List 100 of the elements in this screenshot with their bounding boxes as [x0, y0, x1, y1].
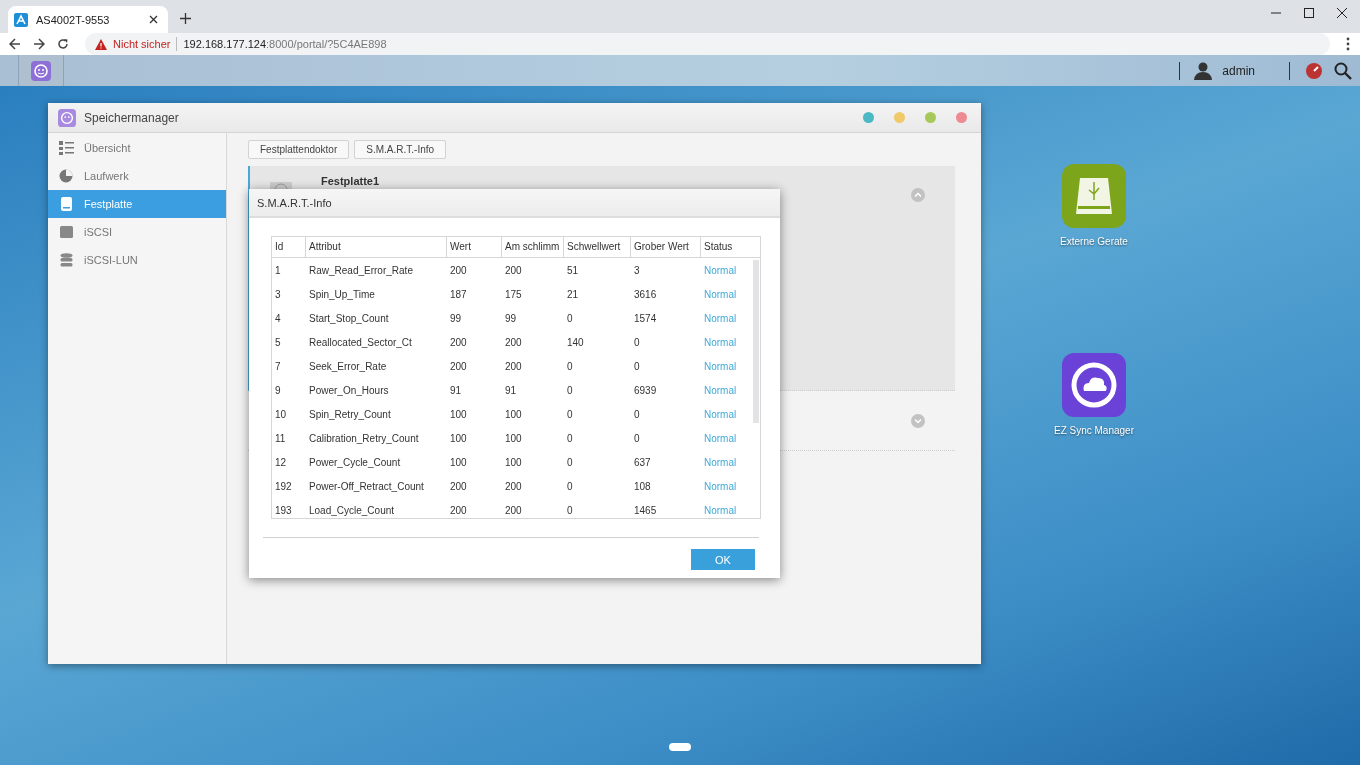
menu-icon[interactable] [1346, 37, 1350, 51]
dialog-title: S.M.A.R.T.-Info [257, 196, 332, 209]
table-cell-text: Calibration_Retry_Count [308, 432, 420, 444]
table-cell-text: 11 [274, 432, 287, 444]
maximize-icon[interactable] [1304, 7, 1314, 18]
status-text: Normal [703, 264, 738, 276]
table-cell-text: 200 [504, 360, 523, 372]
table-cell-text: 140 [566, 336, 585, 348]
disk-name: Festplatte1 [321, 175, 380, 187]
status-text: Normal [703, 480, 738, 492]
back-icon[interactable] [9, 38, 21, 50]
table-cell-text: 108 [633, 480, 652, 492]
toolbar-button[interactable]: S.M.A.R.T.-Info [354, 140, 447, 159]
toolbar-button[interactable]: Festplattendoktor [248, 140, 350, 159]
table-cell-text: Load_Cycle_Count [308, 504, 396, 516]
table-cell-text: 100 [449, 456, 468, 468]
window-title: Speichermanager [84, 110, 179, 125]
status-text: Normal [703, 336, 738, 348]
dock-handle[interactable] [669, 743, 691, 751]
table-cell-text: 4 [274, 312, 282, 324]
browser-tab[interactable]: AS4002T-9553 [8, 6, 168, 33]
table-cell-text: 6939 [633, 384, 658, 396]
table-cell-text: Power-Off_Retract_Count [308, 480, 425, 492]
table-cell-text: 99 [504, 312, 518, 324]
status-text: Normal [703, 360, 738, 372]
table-cell-text: Start_Stop_Count [308, 312, 390, 324]
table-cell-text: 193 [274, 504, 293, 516]
table-cell-text: 200 [449, 480, 468, 492]
table-cell-text: 0 [633, 360, 641, 372]
table-cell-text: 0 [566, 504, 574, 516]
table-cell-text: 200 [449, 504, 468, 516]
table-cell-text: 200 [449, 264, 468, 276]
search-icon[interactable] [1334, 61, 1352, 80]
table-cell-text: 1574 [633, 312, 658, 324]
table-cell-text: 0 [566, 432, 574, 444]
table-cell-text: 1465 [633, 504, 658, 516]
username[interactable]: admin [1222, 63, 1255, 78]
status-text: Normal [703, 408, 738, 420]
status-text: Normal [703, 504, 738, 516]
column-header[interactable]: Status [701, 237, 760, 257]
table-cell-text: 0 [566, 312, 574, 324]
table-cell-text: 12 [274, 456, 288, 468]
security-warning: Nicht sicher [113, 38, 171, 50]
column-header[interactable]: Wert [447, 237, 502, 257]
table-cell-text: 0 [566, 408, 574, 420]
column-header[interactable]: Attribut [306, 237, 447, 257]
pie-chart-icon [59, 169, 74, 183]
table-cell-text: 3 [274, 288, 282, 300]
table-cell-text: 0 [633, 408, 641, 420]
status-text: Normal [703, 384, 738, 396]
table-cell-text: Spin_Up_Time [308, 288, 376, 300]
app-logo-icon [14, 12, 28, 27]
table-cell-text: 200 [504, 504, 523, 516]
database-icon [59, 253, 74, 267]
sidebar-item[interactable]: iSCSI [48, 218, 226, 246]
table-cell-text: Power_Cycle_Count [308, 456, 402, 468]
table-cell-text: 100 [449, 432, 468, 444]
forward-icon[interactable] [33, 38, 45, 50]
table-cell-text: 200 [449, 360, 468, 372]
table-cell-text: 200 [504, 480, 523, 492]
table-cell-text: 91 [449, 384, 463, 396]
status-text: Normal [703, 288, 738, 300]
scrollbar[interactable] [753, 260, 759, 423]
column-header[interactable]: Grober Wert [631, 237, 701, 257]
column-header[interactable]: Schwellwert [564, 237, 631, 257]
column-header[interactable]: Id [272, 237, 306, 257]
table-cell-text: 187 [449, 288, 468, 300]
url-text: 192.168.177.124:8000/portal/?5C4AE898 [183, 38, 387, 50]
sidebar-item[interactable]: Übersicht [48, 134, 226, 162]
table-cell-text: 1 [274, 264, 282, 276]
close-icon[interactable] [1337, 7, 1347, 18]
table-cell-text: 3 [633, 264, 641, 276]
tab-title: AS4002T-9553 [36, 13, 111, 26]
gauge-icon[interactable] [1304, 60, 1324, 81]
reload-icon[interactable] [57, 38, 69, 50]
table-cell-text: 99 [449, 312, 463, 324]
warning-icon [95, 38, 107, 50]
new-tab-icon[interactable] [180, 13, 191, 24]
table-cell-text: Power_On_Hours [308, 384, 390, 396]
sidebar-item[interactable]: iSCSI-LUN [48, 246, 226, 274]
table-cell-text: 192 [274, 480, 293, 492]
close-icon[interactable] [149, 15, 158, 24]
status-text: Normal [703, 432, 738, 444]
column-header[interactable]: Am schlimm [502, 237, 564, 257]
table-cell-text: 100 [504, 432, 523, 444]
sidebar-item[interactable]: Laufwerk [48, 162, 226, 190]
table-cell-text: 10 [274, 408, 288, 420]
table-cell-text: 0 [633, 336, 641, 348]
table-cell-text: 0 [566, 480, 574, 492]
table-cell-text: 0 [566, 456, 574, 468]
table-cell-text: Spin_Retry_Count [308, 408, 392, 420]
user-icon[interactable] [1194, 61, 1213, 80]
table-cell-text: 637 [633, 456, 652, 468]
table-cell-text: Seek_Error_Rate [308, 360, 388, 372]
table-cell-text: Reallocated_Sector_Ct [308, 336, 413, 348]
table-cell-text: 51 [566, 264, 580, 276]
table-cell-text: 100 [449, 408, 468, 420]
address-field[interactable]: Nicht sicher 192.168.177.124:8000/portal/?5C4AE898 [85, 33, 1330, 55]
cloud-sync-icon[interactable] [1062, 353, 1126, 417]
table-cell-text: 0 [633, 432, 641, 444]
